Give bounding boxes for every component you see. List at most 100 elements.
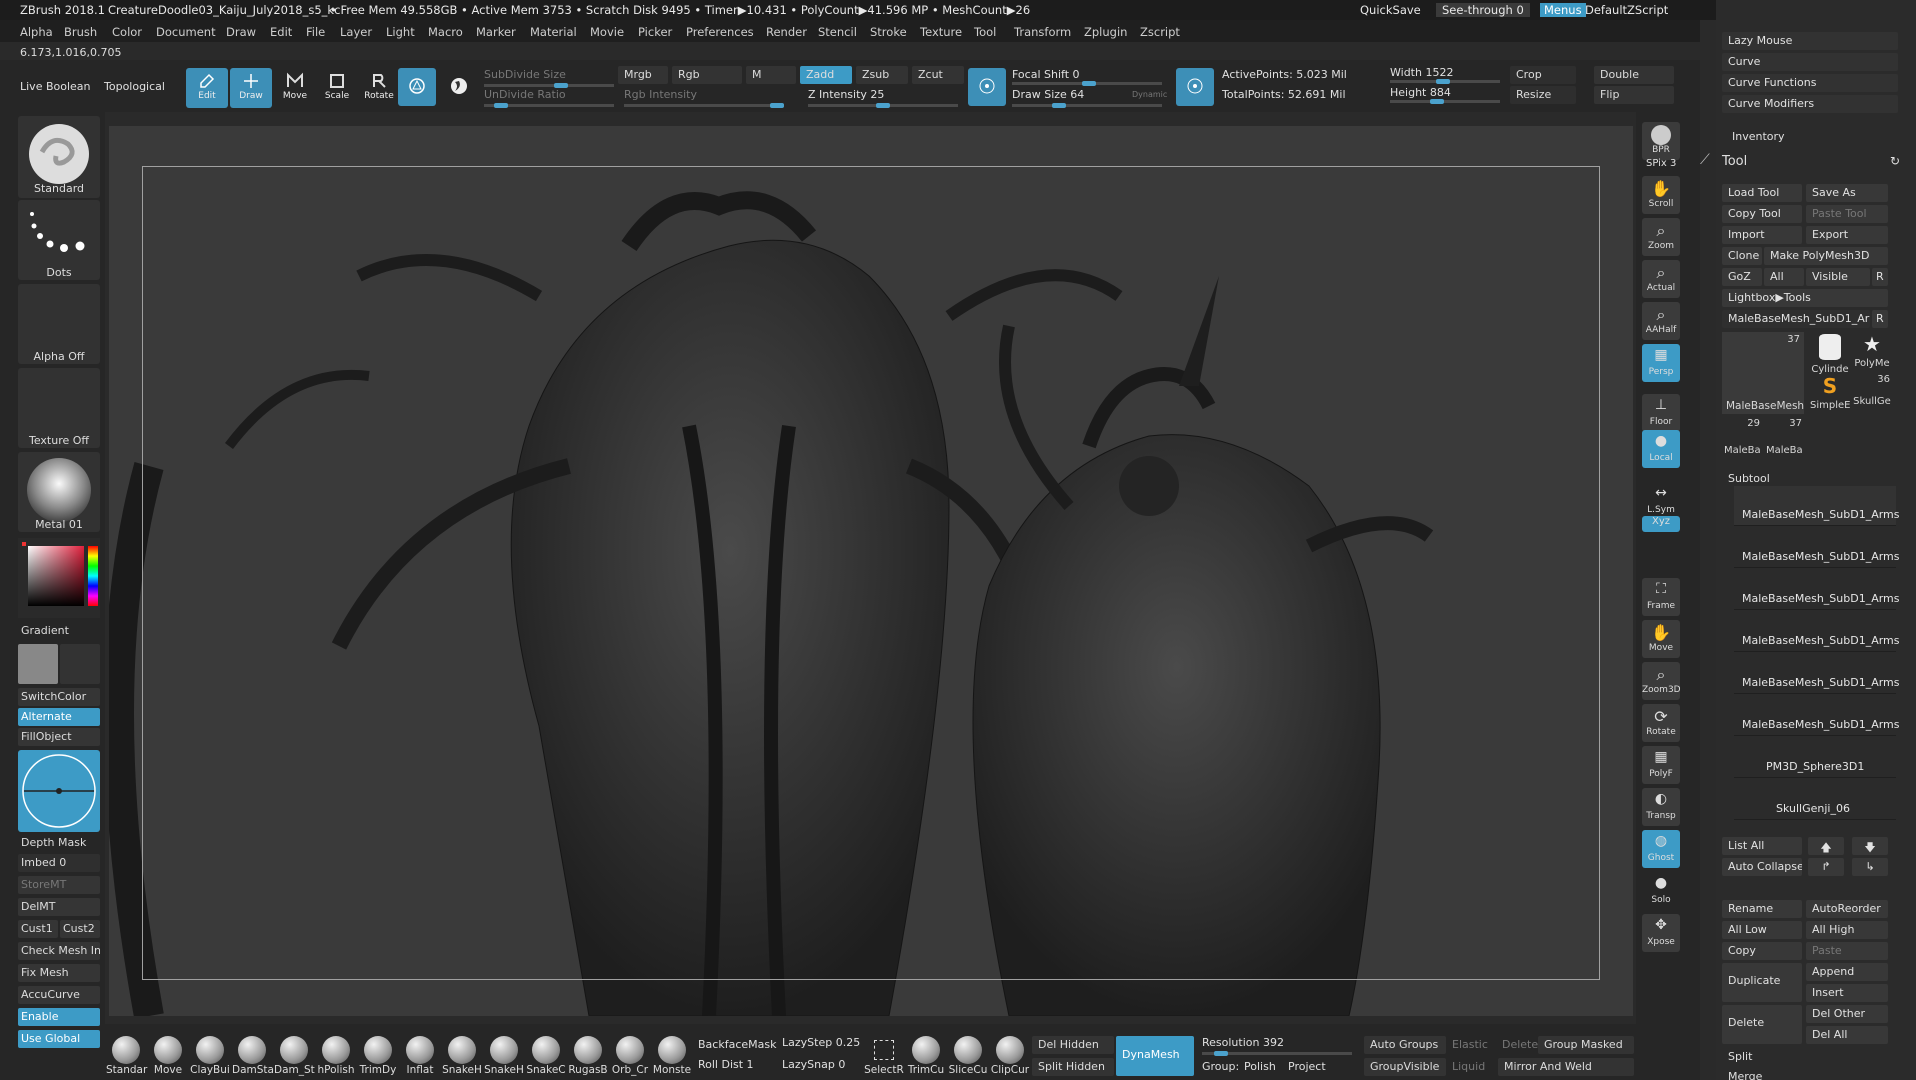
menus-toggle[interactable]: Menus — [1540, 3, 1586, 17]
menu-stroke[interactable]: Stroke — [870, 25, 907, 39]
subtool-row[interactable]: MaleBaseMesh_SubD1_Arms — [1734, 612, 1900, 652]
menu-marker[interactable]: Marker — [476, 25, 516, 39]
move-up-button[interactable]: 🡅 — [1808, 837, 1844, 855]
brush-standard[interactable]: Standar — [106, 1036, 147, 1076]
menu-macro[interactable]: Macro — [428, 25, 463, 39]
backfacemask-toggle[interactable]: BackfaceMask — [698, 1038, 776, 1051]
alternate-button[interactable]: Alternate — [18, 708, 100, 726]
groupvisible-button[interactable]: GroupVisible — [1364, 1058, 1446, 1076]
tool-pin-icon[interactable]: ⟋ — [1700, 152, 1710, 168]
tool-thumb-polymesh[interactable]: ★ PolyMe — [1852, 332, 1892, 372]
current-tool-slider[interactable]: MaleBaseMesh_SubD1_Arm — [1722, 310, 1870, 328]
insert-button[interactable]: Insert — [1806, 984, 1888, 1002]
transp-button[interactable]: ◐ Transp — [1642, 788, 1680, 826]
zsub-button[interactable]: Zsub — [856, 66, 908, 84]
zoom3d-button[interactable]: ⌕ Zoom3D — [1642, 662, 1681, 700]
menu-render[interactable]: Render — [766, 25, 807, 39]
hue-strip[interactable] — [88, 546, 98, 606]
menu-color[interactable]: Color — [112, 25, 142, 39]
elastic-toggle[interactable]: Elastic — [1452, 1038, 1488, 1051]
solo-button[interactable]: ● Solo — [1642, 872, 1680, 910]
local-button[interactable]: ● Local — [1642, 430, 1680, 468]
make-polymesh-button[interactable]: Make PolyMesh3D — [1764, 247, 1888, 265]
lazy-mouse-item[interactable]: Lazy Mouse — [1722, 32, 1898, 50]
topological-button[interactable]: Topological — [104, 80, 165, 93]
brush-snakecurve[interactable]: SnakeC — [526, 1036, 566, 1076]
menu-alpha[interactable]: Alpha — [20, 25, 53, 39]
resize-button[interactable]: Resize — [1510, 86, 1576, 104]
menu-texture[interactable]: Texture — [920, 25, 962, 39]
save-as-button[interactable]: Save As — [1806, 184, 1888, 202]
clone-button[interactable]: Clone — [1722, 247, 1762, 265]
dynamesh-button[interactable]: DynaMesh — [1116, 1036, 1194, 1076]
brush-hpolish[interactable]: hPolish — [316, 1036, 356, 1076]
sculptris-pro-button[interactable] — [398, 68, 436, 106]
all-high-button[interactable]: All High — [1806, 921, 1888, 939]
paste-subtool-button[interactable]: Paste — [1806, 942, 1888, 960]
copy-tool-button[interactable]: Copy Tool — [1722, 205, 1802, 223]
tool-clipcurve[interactable]: ClipCur — [990, 1036, 1030, 1076]
move-button[interactable]: Move — [274, 68, 316, 108]
delete-group-button[interactable]: Delete — [1502, 1038, 1538, 1051]
mrgb-button[interactable]: Mrgb — [618, 66, 668, 84]
tool-r-button[interactable]: R — [1872, 310, 1888, 328]
rgb-intensity-track[interactable] — [624, 103, 784, 108]
focal-shift-slider[interactable]: Focal Shift 0 — [1012, 68, 1080, 81]
resolution-track[interactable] — [1202, 1051, 1352, 1056]
rgb-button[interactable]: Rgb — [672, 66, 742, 84]
draw-size-slider[interactable]: Draw Size 64 — [1012, 88, 1084, 101]
delete-subtool-button[interactable]: Delete — [1722, 1005, 1802, 1044]
zadd-button[interactable]: Zadd — [800, 66, 852, 84]
curve-functions-item[interactable]: Curve Functions — [1722, 74, 1898, 92]
brush-trimdynamic[interactable]: TrimDy — [358, 1036, 398, 1076]
resolution-slider[interactable]: Resolution 392 — [1202, 1036, 1284, 1049]
tool-slicecurve[interactable]: SliceCu — [948, 1036, 988, 1076]
autoreorder-button[interactable]: AutoReorder — [1806, 900, 1888, 918]
tool-thumb-skullgenji[interactable]: 36 SkullGe — [1852, 374, 1892, 414]
brush-move[interactable]: Move — [148, 1036, 188, 1076]
brush-snakehook-1[interactable]: SnakeH — [442, 1036, 482, 1076]
delmt-button[interactable]: DelMT — [18, 898, 100, 916]
secondary-color-swatch[interactable] — [60, 644, 100, 684]
ghost-button[interactable]: ◍ Ghost — [1642, 830, 1680, 868]
polish-toggle[interactable]: Polish — [1244, 1060, 1276, 1073]
polyf-button[interactable]: ▦ PolyF — [1642, 746, 1680, 784]
del-hidden-button[interactable]: Del Hidden — [1032, 1036, 1114, 1054]
load-tool-button[interactable]: Load Tool — [1722, 184, 1802, 202]
project-toggle[interactable]: Project — [1288, 1060, 1326, 1073]
tool-thumb-simplebrush[interactable]: S SimpleE — [1810, 374, 1850, 414]
rgb-intensity-slider[interactable]: Rgb Intensity — [624, 88, 697, 101]
lightbox-tools-button[interactable]: Lightbox▶Tools — [1722, 289, 1888, 307]
subdivide-size-slider[interactable]: SubDivide Size — [484, 68, 566, 81]
spix-slider[interactable]: SPix 3 — [1646, 158, 1676, 169]
draw-button[interactable]: Draw — [230, 68, 272, 108]
del-all-button[interactable]: Del All — [1806, 1026, 1888, 1044]
goz-r-button[interactable]: R — [1872, 268, 1888, 286]
double-button[interactable]: Double — [1594, 66, 1674, 84]
canvas-viewport[interactable] — [109, 126, 1633, 1016]
merge-header[interactable]: Merge — [1728, 1070, 1762, 1080]
move-down-folder-button[interactable]: ↳ — [1852, 858, 1888, 876]
zcut-button[interactable]: Zcut — [912, 66, 964, 84]
menu-edit[interactable]: Edit — [270, 25, 292, 39]
cust1-button[interactable]: Cust1 — [18, 920, 58, 938]
undivide-ratio-track[interactable] — [484, 103, 614, 108]
document-height-slider[interactable]: Height 884 — [1390, 86, 1451, 99]
menu-stencil[interactable]: Stencil — [818, 25, 857, 39]
subtool-row[interactable]: PM3D_Sphere3D1 — [1734, 738, 1896, 778]
curve-modifiers-item[interactable]: Curve Modifiers — [1722, 95, 1898, 113]
duplicate-button[interactable]: Duplicate — [1722, 963, 1802, 1002]
brush-snakehook-2[interactable]: SnakeH — [484, 1036, 524, 1076]
actual-button[interactable]: ⌕ Actual — [1642, 260, 1680, 298]
split-hidden-button[interactable]: Split Hidden — [1032, 1058, 1114, 1076]
lsym-button[interactable]: ↔ L.Sym — [1642, 482, 1680, 520]
brush-orb-cracks[interactable]: Orb_Cr — [610, 1036, 650, 1076]
scroll-button[interactable]: ✋ Scroll — [1642, 176, 1680, 214]
m-button[interactable]: M — [746, 66, 796, 84]
z-intensity-slider[interactable]: Z Intensity 25 — [808, 88, 884, 101]
crop-button[interactable]: Crop — [1510, 66, 1576, 84]
depth-mask-gizmo[interactable] — [18, 750, 100, 832]
import-button[interactable]: Import — [1722, 226, 1802, 244]
menu-file[interactable]: File — [306, 25, 325, 39]
menu-brush[interactable]: Brush — [64, 25, 97, 39]
